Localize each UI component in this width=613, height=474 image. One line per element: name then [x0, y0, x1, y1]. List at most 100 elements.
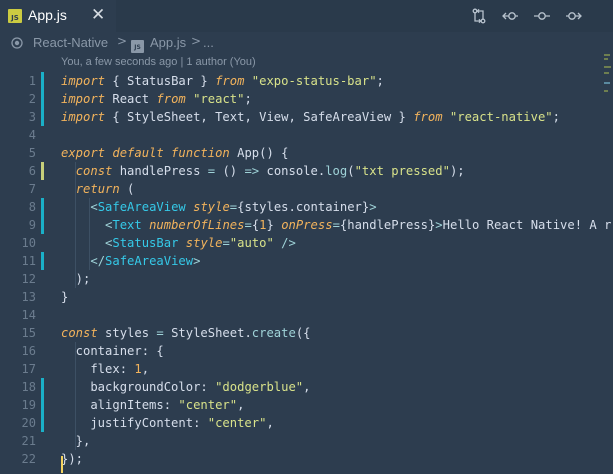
code-token: "react" — [193, 92, 245, 106]
code-line[interactable]: <StatusBar style="auto" /> — [61, 234, 296, 252]
line-number[interactable]: 7 — [0, 182, 36, 196]
code-token: = — [332, 218, 340, 232]
code-token: SafeAreaView — [97, 200, 186, 214]
code-line[interactable]: ); — [61, 270, 91, 288]
code-token: ; — [244, 92, 252, 106]
code-token: Text — [112, 218, 142, 232]
line-number[interactable]: 6 — [0, 164, 36, 178]
code-line[interactable]: } — [61, 288, 68, 306]
code-token: = — [244, 218, 252, 232]
code-line[interactable]: return ( — [61, 180, 135, 198]
line-number[interactable]: 16 — [0, 344, 36, 358]
line-number[interactable]: 14 — [0, 308, 36, 322]
code-token: handlePress — [112, 164, 208, 178]
line-number[interactable]: 10 — [0, 236, 36, 250]
code-line[interactable]: const handlePress = () => console.log("t… — [61, 162, 465, 180]
tab-app-js[interactable]: JS App.js ✕ — [0, 0, 116, 32]
code-token: }, — [61, 434, 91, 448]
git-added-marker[interactable] — [41, 252, 44, 270]
code-token: container: { — [61, 344, 164, 358]
code-token: = — [222, 236, 230, 250]
git-added-marker[interactable] — [41, 396, 44, 414]
git-added-marker[interactable] — [41, 198, 44, 216]
line-number[interactable]: 4 — [0, 128, 36, 142]
line-number[interactable]: 20 — [0, 416, 36, 430]
timeline-icon[interactable] — [533, 7, 551, 25]
code-line[interactable]: alignItems: "center", — [61, 396, 244, 414]
git-added-marker[interactable] — [41, 378, 44, 396]
code-editor[interactable]: JS App.js ✕ React-Native > JS App.js > .… — [0, 0, 613, 474]
code-line[interactable]: import { StatusBar } from "expo-status-b… — [61, 72, 384, 90]
code-line[interactable]: import React from "react"; — [61, 90, 252, 108]
code-token: "center" — [207, 416, 267, 430]
line-number[interactable]: 15 — [0, 326, 36, 340]
code-token: justifyContent: — [61, 416, 208, 430]
code-line[interactable]: }); — [61, 450, 83, 468]
compare-changes-icon[interactable] — [470, 7, 488, 25]
git-added-marker[interactable] — [41, 108, 44, 126]
code-token: "auto" — [229, 236, 274, 250]
code-line[interactable]: backgroundColor: "dodgerblue", — [61, 378, 311, 396]
line-number[interactable]: 8 — [0, 200, 36, 214]
code-token: > — [369, 200, 377, 214]
code-token: } — [61, 290, 69, 304]
code-line[interactable]: import { StyleSheet, Text, View, SafeAre… — [61, 108, 560, 126]
code-token: style — [193, 200, 230, 214]
code-token: () — [215, 164, 245, 178]
code-line[interactable]: justifyContent: "center", — [61, 414, 273, 432]
code-token: {styles.container} — [237, 200, 370, 214]
code-token: ); — [61, 272, 91, 286]
minimap[interactable] — [603, 52, 613, 112]
line-number[interactable]: 12 — [0, 272, 36, 286]
git-added-marker[interactable] — [41, 216, 44, 234]
code-line[interactable]: const styles = StyleSheet.create({ — [61, 324, 311, 342]
breadcrumb-root[interactable]: React-Native — [33, 35, 108, 50]
code-token: onPress — [281, 218, 333, 232]
breadcrumb-file[interactable]: App.js — [150, 35, 186, 50]
code-token: > — [435, 218, 443, 232]
line-number[interactable]: 11 — [0, 254, 36, 268]
code-token: log — [325, 164, 348, 178]
code-token: = — [156, 326, 164, 340]
line-number[interactable]: 19 — [0, 398, 36, 412]
close-tab-icon[interactable]: ✕ — [91, 5, 105, 25]
code-line[interactable]: export default function App() { — [61, 144, 288, 162]
code-token: ; — [376, 74, 384, 88]
git-blame-annotation[interactable]: You, a few seconds ago | 1 author (You) — [61, 56, 256, 70]
code-token: , — [303, 380, 311, 394]
code-token: backgroundColor: — [61, 380, 216, 394]
code-line[interactable]: container: { — [61, 342, 164, 360]
go-forward-icon[interactable] — [565, 7, 583, 25]
line-number[interactable]: 22 — [0, 452, 36, 466]
code-line[interactable]: }, — [61, 432, 91, 450]
line-number[interactable]: 2 — [0, 92, 36, 106]
code-token: </ — [90, 254, 106, 268]
line-number[interactable]: 9 — [0, 218, 36, 232]
code-line[interactable]: <Text numberOfLines={1} onPress={handleP… — [61, 216, 611, 234]
code-line[interactable]: flex: 1, — [61, 360, 149, 378]
git-added-marker[interactable] — [41, 90, 44, 108]
line-number[interactable]: 13 — [0, 290, 36, 304]
code-line[interactable]: </SafeAreaView> — [61, 252, 200, 270]
code-token: ); — [449, 164, 465, 178]
line-number[interactable]: 1 — [0, 74, 36, 88]
line-number[interactable]: 21 — [0, 434, 36, 448]
line-number[interactable]: 5 — [0, 146, 36, 160]
line-number[interactable]: 18 — [0, 380, 36, 394]
code-token: "react-native" — [449, 110, 553, 124]
code-token: } — [266, 218, 282, 232]
code-token: alignItems: — [61, 398, 179, 412]
line-number[interactable]: 17 — [0, 362, 36, 376]
git-added-marker[interactable] — [41, 414, 44, 432]
breadcrumb-ellipsis[interactable]: ... — [203, 35, 214, 50]
go-back-icon[interactable] — [501, 7, 519, 25]
git-added-marker[interactable] — [41, 72, 44, 90]
code-token: /> — [281, 236, 296, 250]
git-modified-marker[interactable] — [41, 162, 44, 180]
line-number[interactable]: 3 — [0, 110, 36, 124]
code-line[interactable]: <SafeAreaView style={styles.container}> — [61, 198, 377, 216]
code-token: const — [75, 164, 113, 178]
